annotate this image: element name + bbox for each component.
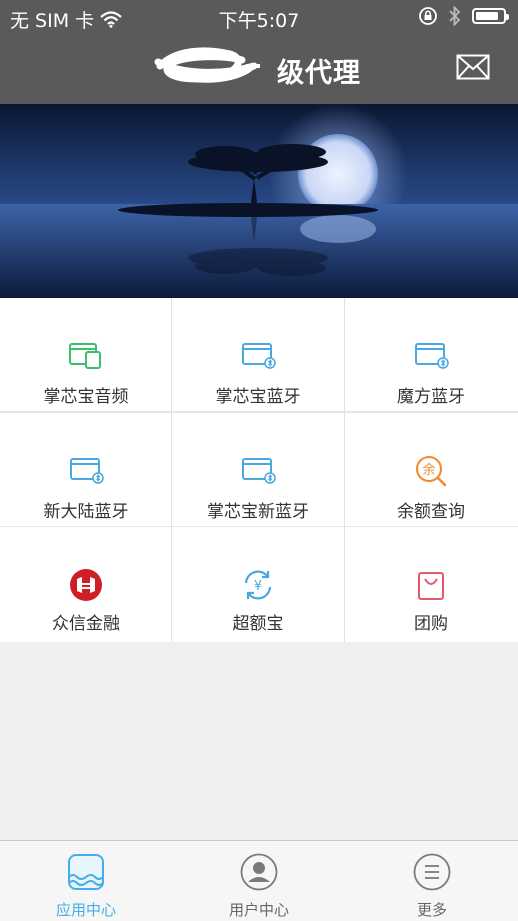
tab-more[interactable]: 更多 — [346, 841, 518, 921]
grid-item-zxb-new-bluetooth[interactable]: 掌芯宝新蓝牙 — [172, 413, 344, 527]
grid-item-label: 魔方蓝牙 — [397, 387, 465, 407]
grid-item-label: 超额宝 — [232, 614, 284, 634]
grid-item-label: 余额查询 — [397, 502, 465, 522]
grid-item-mofang-bluetooth[interactable]: 魔方蓝牙 — [345, 298, 517, 412]
app-grid: 掌芯宝音频 掌芯宝蓝牙 魔方蓝牙 新大陆蓝牙 掌芯宝新蓝牙 余 余额查询 众信金… — [0, 298, 518, 642]
svg-text:余: 余 — [422, 462, 435, 478]
grid-item-newland-bluetooth[interactable]: 新大陆蓝牙 — [0, 413, 172, 527]
grid-item-label: 团购 — [414, 614, 448, 634]
card-bluetooth-icon — [242, 343, 276, 369]
grid-item-zxb-audio[interactable]: 掌芯宝音频 — [0, 298, 172, 412]
grid-item-zxb-bluetooth[interactable]: 掌芯宝蓝牙 — [172, 298, 344, 412]
tab-user-center[interactable]: 用户中心 — [173, 841, 345, 921]
battery-level — [476, 12, 498, 20]
app-center-icon — [68, 854, 104, 890]
page-title: 级代理 — [0, 51, 518, 90]
shopping-bag-icon — [418, 572, 444, 600]
balance-query-icon: 余 — [416, 456, 447, 487]
user-icon — [240, 853, 278, 891]
card-bluetooth-icon — [70, 458, 104, 484]
tab-bar: 应用中心 用户中心 更多 — [0, 840, 518, 921]
card-bluetooth-icon — [415, 343, 449, 369]
card-audio-icon — [69, 343, 101, 369]
grid-item-label: 掌芯宝新蓝牙 — [207, 502, 309, 522]
grid-item-label: 掌芯宝蓝牙 — [215, 387, 301, 407]
nav-bar: 级代理 — [0, 34, 518, 104]
grid-item-label: 新大陆蓝牙 — [43, 502, 129, 522]
grid-item-label: 众信金融 — [52, 614, 120, 634]
status-bar: 无 SIM 卡 下午5:07 — [0, 0, 518, 34]
battery-icon — [472, 8, 509, 24]
finance-logo-icon — [70, 569, 102, 601]
grid-item-balance-query[interactable]: 余 余额查询 — [345, 413, 517, 527]
tab-label: 用户中心 — [228, 901, 289, 919]
svg-text:¥: ¥ — [254, 579, 262, 594]
grid-item-zhongxin-finance[interactable]: 众信金融 — [0, 527, 172, 641]
status-icons — [418, 5, 509, 27]
tab-label: 更多 — [416, 901, 447, 919]
more-menu-icon — [413, 853, 451, 891]
card-bluetooth-icon — [242, 458, 276, 484]
tab-label: 应用中心 — [55, 901, 116, 919]
mail-icon[interactable] — [456, 54, 490, 80]
grid-item-label: 掌芯宝音频 — [43, 387, 129, 407]
page-title-text: 级代理 — [277, 58, 361, 89]
yen-exchange-icon: ¥ — [244, 570, 272, 600]
grid-item-chaoebao[interactable]: ¥ 超额宝 — [172, 527, 344, 641]
tab-app-center[interactable]: 应用中心 — [0, 841, 172, 921]
night-lake-scene — [0, 104, 518, 298]
banner-image[interactable] — [0, 104, 518, 298]
grid-item-group-buy[interactable]: 团购 — [345, 527, 517, 641]
orientation-lock-icon — [419, 7, 437, 25]
bluetooth-icon — [449, 5, 461, 27]
